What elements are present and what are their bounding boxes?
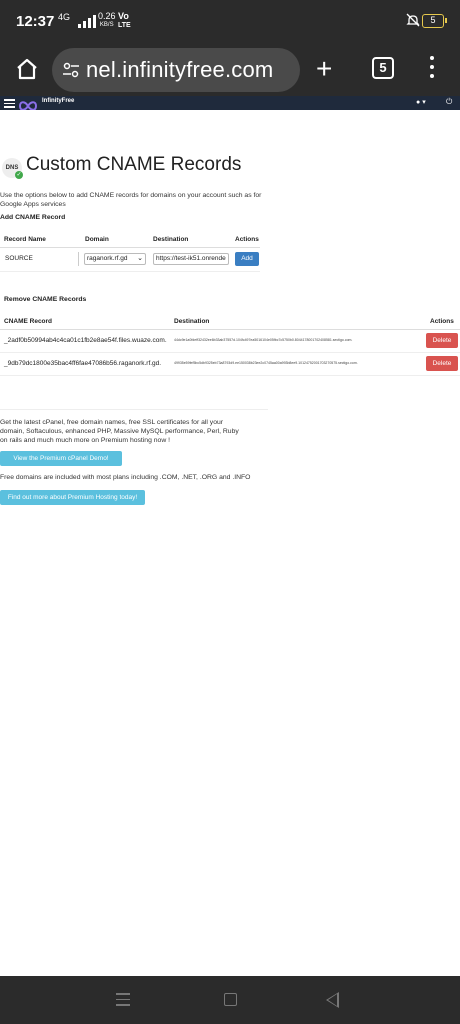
domain-selected: raganork.rf.gd [87,255,128,262]
network-speed: 0.26 KB/S [98,12,116,30]
back-icon[interactable] [326,992,339,1008]
mute-icon [406,13,420,30]
destination-input[interactable]: https://test-ik51.onrende [153,253,229,265]
network-type: 4G [58,12,71,22]
col-cname-record: CNAME Record [4,318,53,325]
col-domain: Domain [85,236,109,243]
logout-icon[interactable]: ⏻ [446,97,452,107]
remove-cname-table: CNAME Record Destination Actions _2adf0b… [0,313,460,376]
volte-top: Vo [118,11,129,21]
remove-table-header: CNAME Record Destination Actions [0,313,460,330]
infinity-logo-icon [18,98,38,111]
signal-icon [78,15,96,28]
add-cname-table: Record Name Domain Destination Actions S… [0,232,260,272]
section-divider [0,409,268,410]
address-bar[interactable]: nel.infinityfree.com [52,48,300,92]
field-divider [78,252,79,266]
table-row: _2adf0b50994ab4c4ca01c1fb2e8ae54f.files.… [0,330,460,353]
cname-record-name: _9db79dc1800e35bac4ff6fae47086b56.ragano… [4,360,162,367]
cname-destination: 49935e59fef5bc5db9325eb73a8793d9.ee15003… [174,361,358,365]
status-bar: 12:37 4G 0.26 KB/S Vo LTE 5 [0,0,460,44]
domain-select[interactable]: raganork.rf.gd ⌄ [84,253,146,265]
col-destination: Destination [153,236,189,243]
delete-button[interactable]: Delete [426,356,458,371]
remove-cname-heading: Remove CNAME Records [4,296,87,303]
clock: 12:37 [16,13,55,30]
site-header: InfinityFree ● ▾ ⏻ [0,96,460,111]
overflow-menu-icon[interactable] [428,56,436,82]
page-content: DNS ✓ Custom CNAME Records Use the option… [0,110,460,976]
premium-hosting-button[interactable]: Find out more about Premium Hosting toda… [0,490,145,505]
new-tab-icon[interactable]: + [316,55,332,83]
recent-apps-icon[interactable] [116,993,130,1007]
intro-text: Use the options below to add CNAME recor… [0,192,262,208]
chevron-down-icon: ⌄ [137,255,143,262]
col-actions: Actions [235,236,259,243]
table-row: _9db79dc1800e35bac4ff6fae47086b56.ragano… [0,353,460,376]
site-settings-icon[interactable] [62,61,80,79]
url-text[interactable]: nel.infinityfree.com [86,57,273,83]
volte-bottom: LTE [118,22,131,29]
delete-button[interactable]: Delete [426,333,458,348]
premium-promo-text: Get the latest cPanel, free domain names… [0,419,239,444]
volte-indicator: Vo LTE [118,12,131,30]
col-record-name: Record Name [4,236,46,243]
add-button[interactable]: Add [235,252,259,266]
page-title: Custom CNAME Records [26,154,242,175]
cname-destination: 44dc9e1a0fdeff32432ee6b33ab37557d.104fc4… [174,338,353,342]
record-name-field[interactable]: SOURCE [5,255,33,262]
cname-record-name: _2adf0b50994ab4c4ca01c1fb2e8ae54f.files.… [4,337,167,344]
home-nav-icon[interactable] [224,993,237,1006]
user-caret: ▾ [422,99,426,106]
speed-value: 0.26 [98,11,116,21]
battery-icon: 5 [422,14,447,28]
check-icon: ✓ [15,171,23,179]
dns-icon: DNS ✓ [2,158,23,179]
hamburger-menu-icon[interactable] [4,99,15,108]
add-cname-heading: Add CNAME Record [0,214,66,221]
add-table-header: Record Name Domain Destination Actions [0,232,260,248]
browser-toolbar: nel.infinityfree.com + 5 [0,44,460,96]
brand-name: InfinityFree [42,98,75,104]
col-destination: Destination [174,318,210,325]
home-icon[interactable] [14,56,40,82]
screen: 12:37 4G 0.26 KB/S Vo LTE 5 nel.infinity… [0,0,460,1024]
add-record-row: SOURCE raganork.rf.gd ⌄ https://test-ik5… [0,248,260,272]
speed-unit: KB/S [99,22,114,28]
system-nav-bar [0,976,460,1024]
free-domains-text: Free domains are included with most plan… [0,474,251,481]
user-menu[interactable]: ● ▾ [416,98,426,106]
user-icon: ● [416,99,421,106]
col-actions: Actions [430,318,454,325]
premium-demo-button[interactable]: View the Premium cPanel Demo! [0,451,122,466]
tab-switcher-button[interactable]: 5 [372,57,394,79]
